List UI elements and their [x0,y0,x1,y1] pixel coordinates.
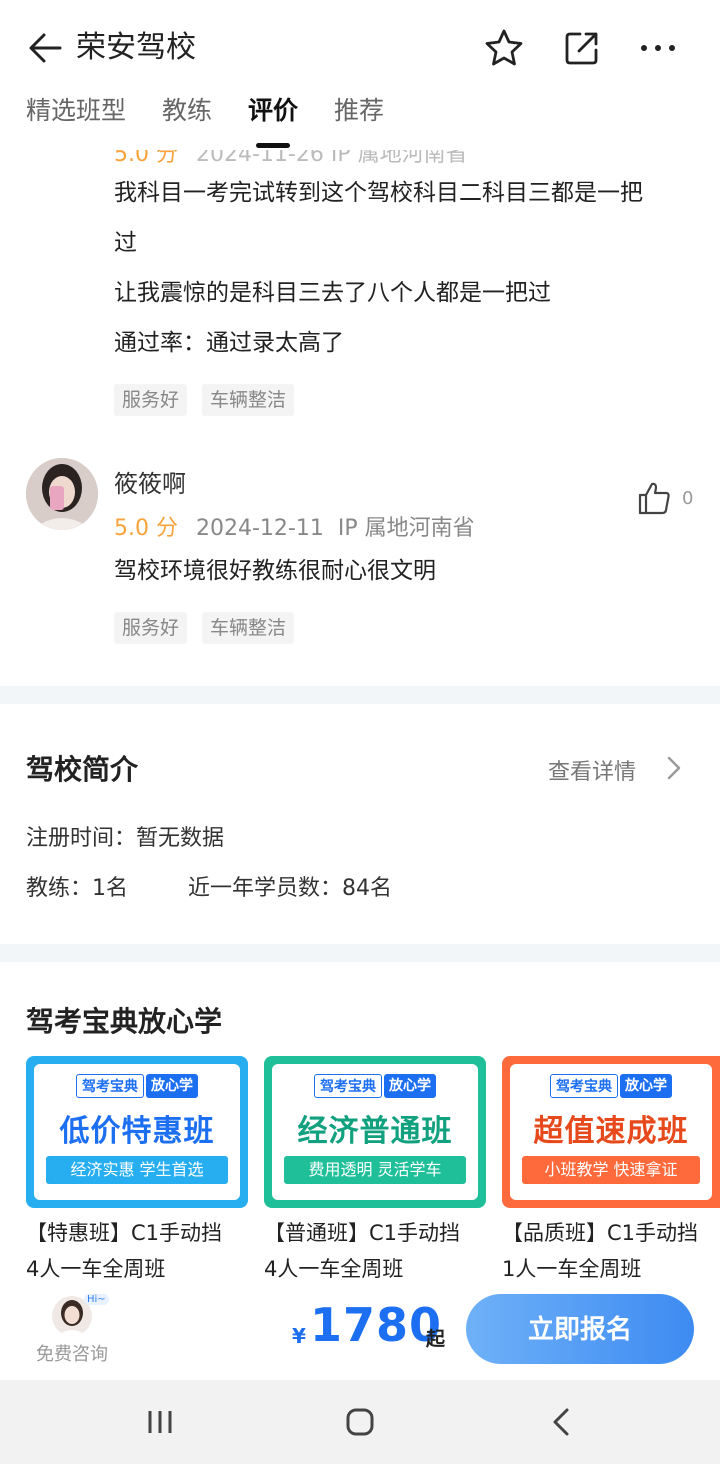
like-count: 0 [682,488,694,509]
brand-badge: 驾考宝典 放心学 [550,1074,672,1098]
app-header: 荣安驾校 精选班型 教练 评价 推荐 [0,0,720,150]
more-icon[interactable] [636,26,680,70]
brand-badge: 驾考宝典 放心学 [76,1074,198,1098]
course-name: 低价特惠班 [59,1114,215,1149]
course-caption-2: 1人一车全周班 [502,1257,642,1280]
enroll-button[interactable]: 立即报名 [466,1294,694,1364]
section-divider [0,944,720,962]
course-caption: 【普通班】C1手动挡 [264,1221,461,1245]
review-text-line: 通过率：通过录太高了 [114,330,344,356]
review-username: 筱筱啊 [114,470,186,498]
price-unit: 起 [426,1328,446,1350]
course-slogan: 经济实惠 学生首选 [46,1156,228,1184]
registration-info: 注册时间：暂无数据 [26,826,225,851]
course-slogan: 费用透明 灵活学车 [284,1156,466,1184]
review-date-ip: 2024-11-26 IP 属地河南省 [195,150,468,167]
course-caption-2: 4人一车全周班 [264,1257,404,1280]
view-details-link[interactable]: 查看详情 [548,754,636,786]
courses-title: 驾考宝典放心学 [26,1005,223,1038]
review-text: 驾校环境很好教练很耐心很文明 [114,558,436,584]
free-consult-label[interactable]: 免费咨询 [36,1340,108,1366]
review-score: 5.0 分 [114,516,178,541]
course-caption: 【特惠班】C1手动挡 [26,1221,223,1245]
tab-reviews[interactable]: 评价 [248,92,298,148]
tab-classes[interactable]: 精选班型 [26,92,126,142]
course-card-body: 驾考宝典 放心学 经济普通班 费用透明 灵活学车 [272,1064,478,1200]
tab-coaches[interactable]: 教练 [162,92,212,142]
page-title: 荣安驾校 [76,30,196,65]
review-meta-partial: 5.0 分 2024-11-26 IP 属地河南省 [114,150,468,168]
brand-badge: 驾考宝典 放心学 [314,1074,436,1098]
currency-symbol: ¥ [292,1324,306,1348]
purchase-bar: Hi~ 免费咨询 ¥ 1780 起 立即报名 [0,1280,720,1380]
back-icon[interactable] [542,1402,582,1442]
home-icon[interactable] [340,1402,380,1442]
back-arrow-icon[interactable] [24,26,68,70]
system-nav-bar [0,1380,720,1464]
course-card[interactable]: 驾考宝典 放心学 低价特惠班 经济实惠 学生首选 [26,1056,248,1208]
tab-bar: 精选班型 教练 评价 推荐 [26,92,420,148]
price: 1780 [310,1298,443,1352]
course-caption: 【品质班】C1手动挡 [502,1221,699,1245]
course-name: 经济普通班 [297,1114,453,1149]
avatar[interactable] [26,458,98,530]
student-count: 近一年学员数：84名 [188,876,392,901]
content-area[interactable]: 5.0 分 2024-11-26 IP 属地河南省 我科目一考完试转到这个驾校科目… [0,150,720,1280]
thumbs-up-icon[interactable] [636,480,672,516]
review-ip: IP 属地河南省 [337,516,475,541]
chevron-right-icon[interactable] [664,754,684,782]
course-slogan: 小班教学 快速拿证 [522,1156,700,1184]
course-name: 超值速成班 [533,1114,689,1149]
review-tag: 服务好 [114,612,188,644]
course-card-body: 驾考宝典 放心学 低价特惠班 经济实惠 学生首选 [34,1064,240,1200]
review-tag: 车辆整洁 [202,612,295,644]
review-tag: 车辆整洁 [202,384,295,416]
review-text-line: 过 [114,230,137,256]
course-card[interactable]: 驾考宝典 放心学 经济普通班 费用透明 灵活学车 [264,1056,486,1208]
course-caption-2: 4人一车全周班 [26,1257,166,1280]
section-divider [0,686,720,704]
review-tag: 服务好 [114,384,188,416]
review-score: 5.0 分 [114,150,178,167]
course-card-body: 驾考宝典 放心学 超值速成班 小班教学 快速拿证 [510,1064,712,1200]
hi-bubble: Hi~ [84,1294,109,1305]
review-text-line: 我科目一考完试转到这个驾校科目二科目三都是一把 [114,180,643,206]
tab-recommend[interactable]: 推荐 [334,92,384,142]
star-icon[interactable] [482,26,526,70]
coach-count: 教练：1名 [26,876,128,901]
recent-apps-icon[interactable] [140,1402,180,1442]
review-text-line: 让我震惊的是科目三去了八个人都是一把过 [114,280,551,306]
intro-title: 驾校简介 [26,753,139,786]
share-icon[interactable] [560,26,604,70]
review-date: 2024-12-11 [195,516,324,541]
course-card[interactable]: 驾考宝典 放心学 超值速成班 小班教学 快速拿证 [502,1056,720,1208]
avatar-image [26,458,98,530]
review-meta: 5.0 分 2024-12-11 IP 属地河南省 [114,510,475,542]
